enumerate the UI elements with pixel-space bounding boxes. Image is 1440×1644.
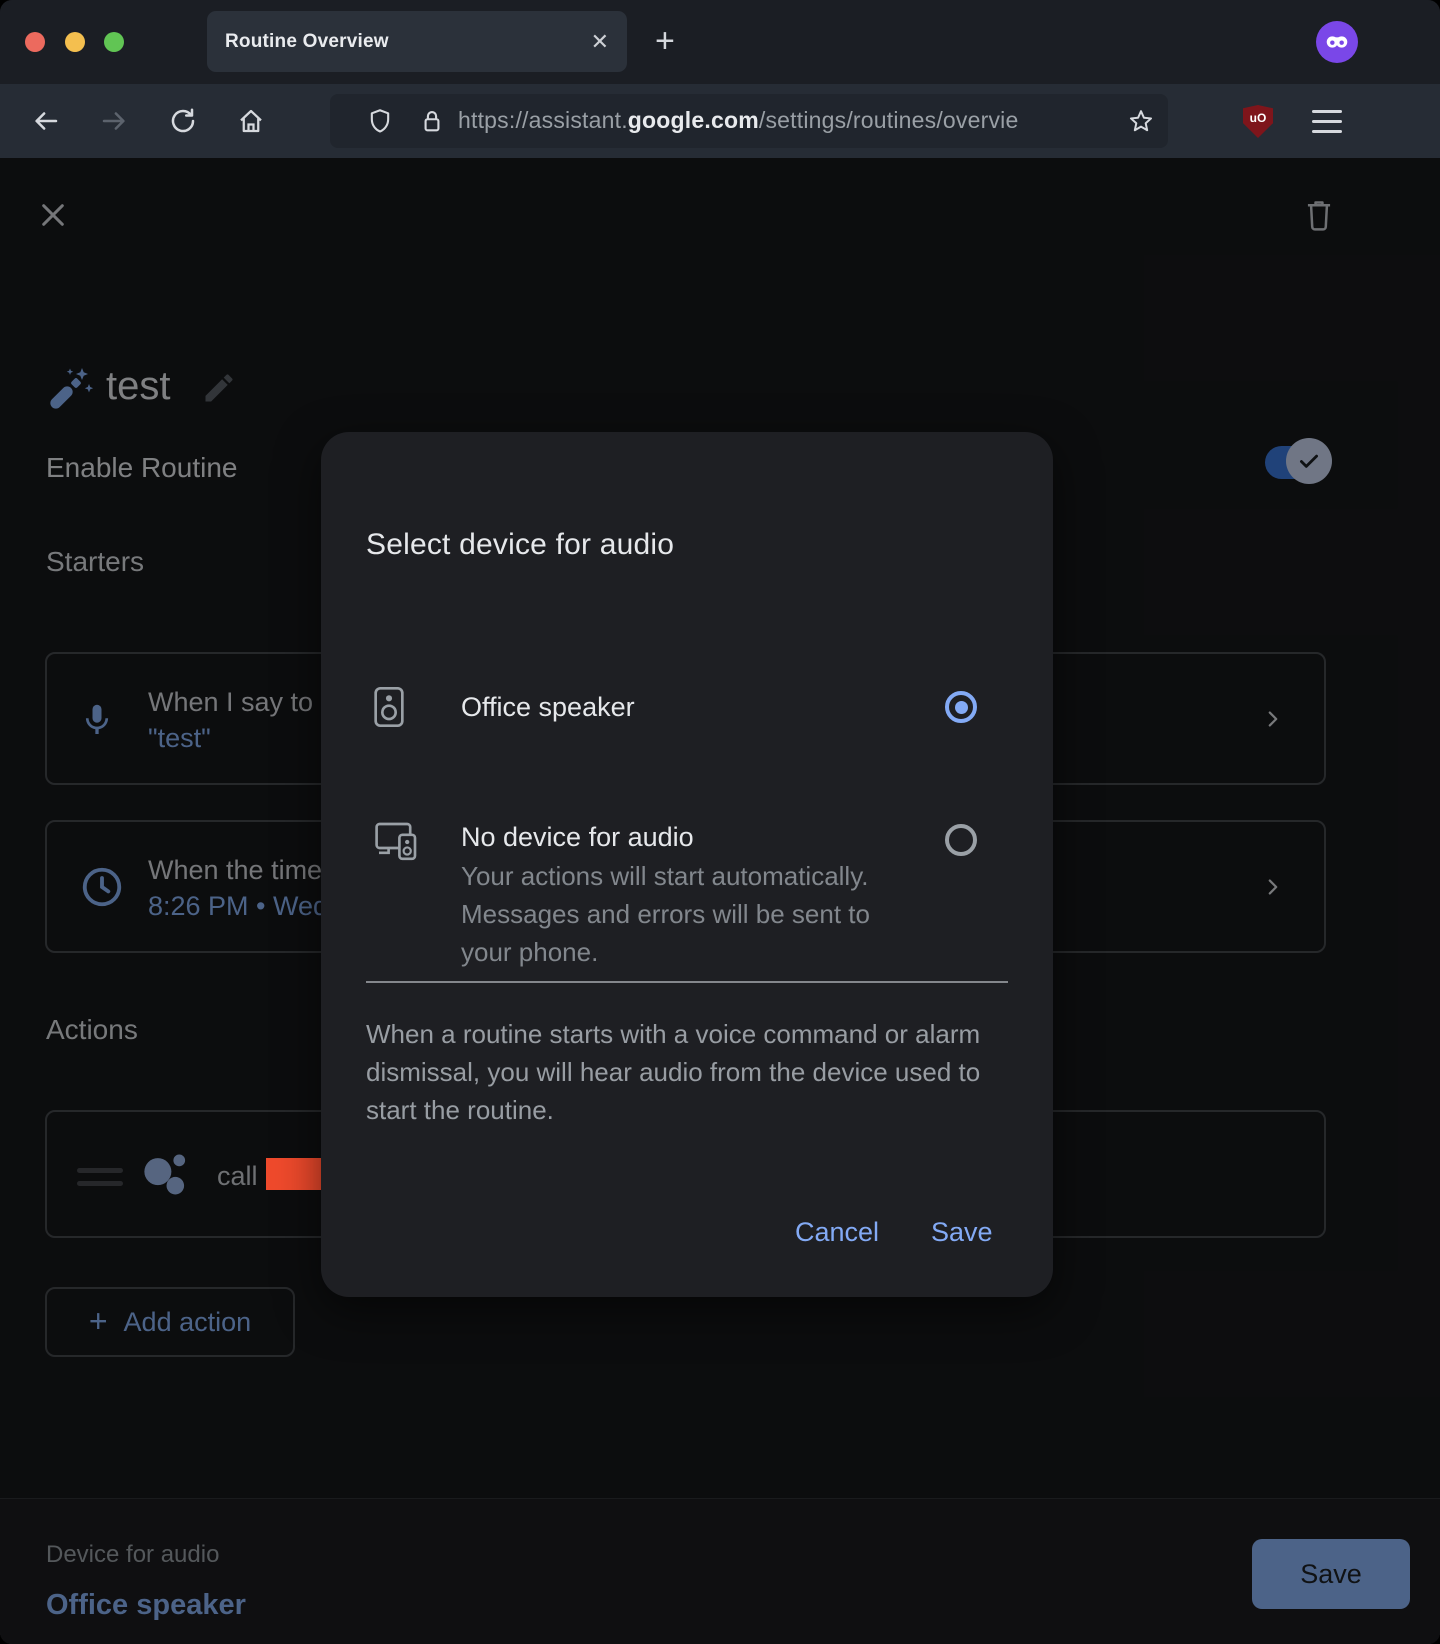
cancel-button[interactable]: Cancel <box>789 1216 885 1249</box>
mask-icon <box>1323 28 1351 56</box>
forward-icon <box>99 106 129 136</box>
url-text: https://assistant.google.com/settings/ro… <box>458 107 1018 134</box>
radio-unselected-icon[interactable] <box>945 824 977 856</box>
ublock-extension-button[interactable]: uO <box>1243 105 1273 138</box>
option-office-speaker[interactable]: Office speaker <box>321 662 1053 754</box>
url-fade <box>1030 96 1108 146</box>
ublock-label: uO <box>1250 111 1267 138</box>
window-minimize-button[interactable] <box>65 32 85 52</box>
tab-routine-overview[interactable]: Routine Overview ✕ <box>207 11 627 72</box>
home-icon <box>236 106 266 136</box>
dialog-title: Select device for audio <box>366 528 674 562</box>
home-button[interactable] <box>223 93 279 149</box>
window-close-button[interactable] <box>25 32 45 52</box>
option-description: Your actions will start automatically. M… <box>461 857 913 971</box>
option-label: No device for audio <box>461 822 694 853</box>
dialog-note: When a routine starts with a voice comma… <box>366 1015 1022 1129</box>
no-device-icon <box>373 820 421 864</box>
url-bar[interactable]: https://assistant.google.com/settings/ro… <box>330 94 1168 148</box>
url-path: /settings/routines/overvie <box>759 107 1019 133</box>
forward-button[interactable] <box>86 93 142 149</box>
dialog-save-button[interactable]: Save <box>925 1216 999 1249</box>
star-icon <box>1127 107 1155 135</box>
padlock-icon[interactable] <box>404 93 460 149</box>
bookmark-star-button[interactable] <box>1113 93 1169 149</box>
select-device-dialog: Select device for audio Office speaker N… <box>321 432 1053 1297</box>
speaker-icon <box>373 684 405 730</box>
reload-icon <box>168 106 198 136</box>
option-label: Office speaker <box>461 692 635 723</box>
menu-button[interactable] <box>1312 110 1342 140</box>
tab-strip: Routine Overview ✕ + <box>0 0 1440 84</box>
dialog-divider <box>366 981 1008 983</box>
tracking-protection-shield-icon[interactable] <box>352 93 408 149</box>
reload-button[interactable] <box>155 93 211 149</box>
back-button[interactable] <box>18 93 74 149</box>
window-zoom-button[interactable] <box>104 32 124 52</box>
redacted-region <box>266 1158 321 1190</box>
new-tab-button[interactable]: + <box>655 24 675 58</box>
private-browsing-badge <box>1316 21 1358 63</box>
navigation-bar: https://assistant.google.com/settings/ro… <box>0 84 1440 158</box>
url-prefix: https://assistant. <box>458 107 628 133</box>
browser-window: test Enable Routine Starters When I say … <box>0 0 1440 1644</box>
radio-selected-icon[interactable] <box>945 691 977 723</box>
back-icon <box>31 106 61 136</box>
tab-title: Routine Overview <box>225 31 389 53</box>
tab-close-icon[interactable]: ✕ <box>591 31 609 53</box>
url-domain: google.com <box>628 107 759 133</box>
